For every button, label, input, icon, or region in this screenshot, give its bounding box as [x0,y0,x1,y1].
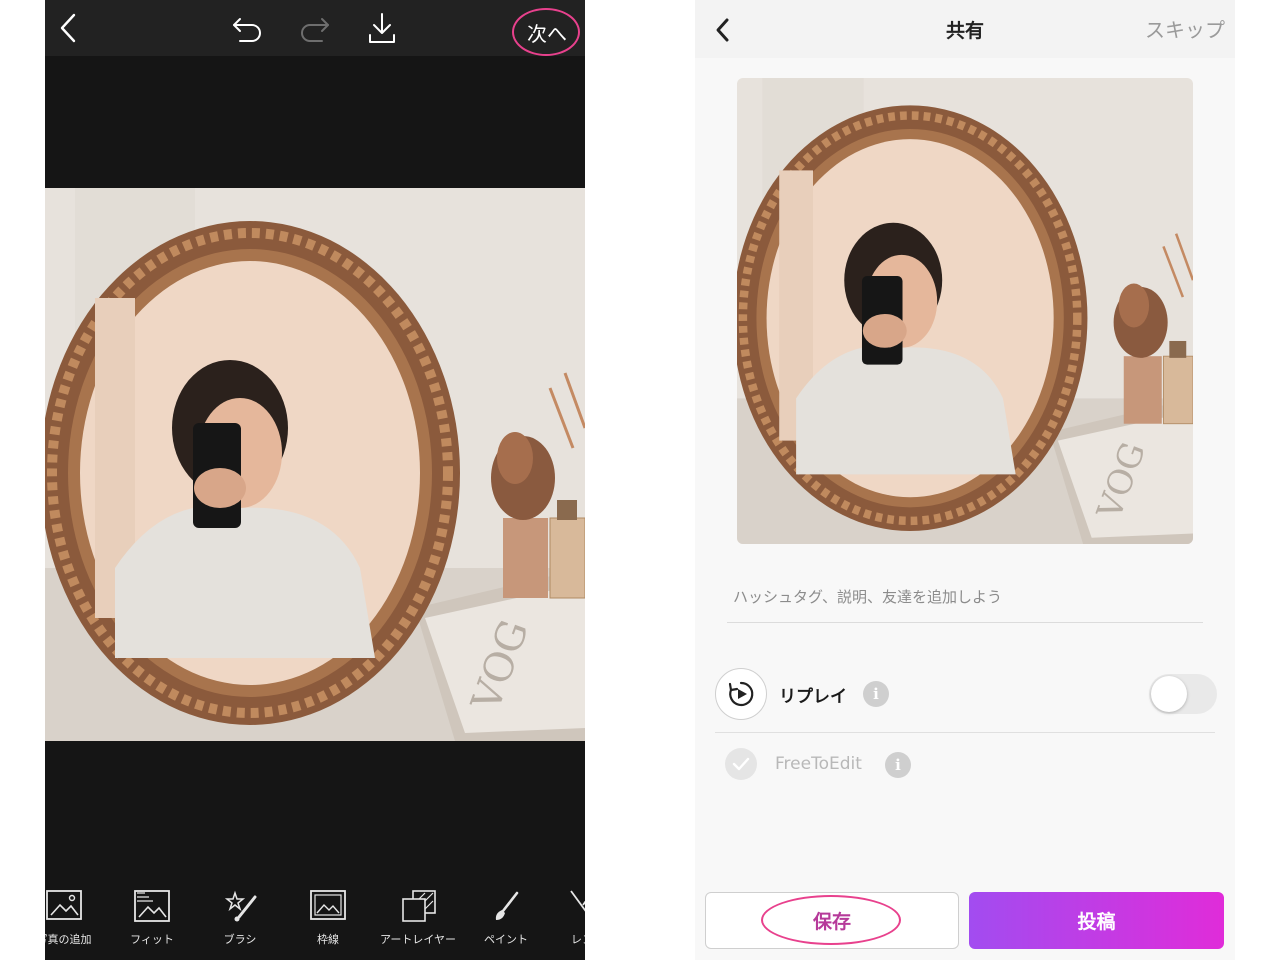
add-photo-icon [46,890,82,920]
tool-add-photo[interactable]: 写真の追加 [45,889,107,947]
tool-lens[interactable]: レン [539,889,585,947]
toggle-knob [1151,676,1187,712]
redo-icon[interactable] [297,10,333,46]
replay-label: リプレイ [779,687,847,707]
free-to-edit-row: FreeToEdit i [725,746,1205,786]
lens-icon [570,890,585,912]
caption-input[interactable]: ハッシュタグ、説明、友達を追加しよう [727,578,1203,623]
brush-icon [224,890,257,922]
post-button[interactable]: 投稿 [969,892,1224,949]
back-chevron-icon[interactable] [51,10,87,46]
save-highlight-circle [761,895,901,945]
replay-icon [715,668,767,720]
tool-paint[interactable]: ペイント [463,889,549,947]
replay-toggle[interactable] [1149,674,1217,714]
tool-art-layer[interactable]: アートレイヤー [375,889,461,947]
back-chevron-icon[interactable] [705,12,741,48]
editor-canvas-photo[interactable] [45,188,585,741]
art-layer-icon [402,890,436,922]
caption-placeholder: ハッシュタグ、説明、友達を追加しよう [733,588,1002,606]
editor-tool-bar: 写真の追加 フィット ブラシ 枠線 アートレイヤー ペイント レン [45,875,585,960]
share-preview-photo [737,78,1193,544]
free-to-edit-label: FreeToEdit [775,754,862,774]
tool-label: アートレイヤー [379,933,456,946]
paint-icon [495,891,519,920]
tool-label: ペイント [484,933,528,946]
share-screen: 共有 スキップ ハッシュタグ、説明、友達を追加しよう リプレイ i FreeTo… [695,0,1235,960]
border-icon [310,890,346,920]
free-to-edit-info-icon[interactable]: i [885,752,911,778]
mirror-photo-image [45,188,585,741]
fit-icon [134,890,170,922]
skip-button[interactable]: スキップ [1115,14,1225,43]
tool-border[interactable]: 枠線 [285,889,371,947]
download-icon[interactable] [364,10,400,46]
editor-top-bar: 次へ [45,0,585,56]
check-icon[interactable] [725,748,757,780]
share-header: 共有 スキップ [695,0,1235,58]
tool-label: ブラシ [223,933,257,946]
page-title: 共有 [945,20,984,42]
tool-label: 写真の追加 [45,933,92,946]
tool-label: レン [571,933,585,946]
tool-brush[interactable]: ブラシ [197,889,283,947]
tool-label: 枠線 [317,933,339,946]
replay-row: リプレイ i [715,664,1217,733]
tool-fit[interactable]: フィット [109,889,195,947]
mirror-photo-image [737,78,1193,544]
next-highlight-circle [512,8,580,56]
editor-screen: 次へ 写真の追加 フィット ブラシ 枠線 アートレイヤー ペイント [45,0,585,960]
tool-label: フィット [130,933,174,946]
replay-info-icon[interactable]: i [863,681,889,707]
undo-icon[interactable] [229,10,265,46]
